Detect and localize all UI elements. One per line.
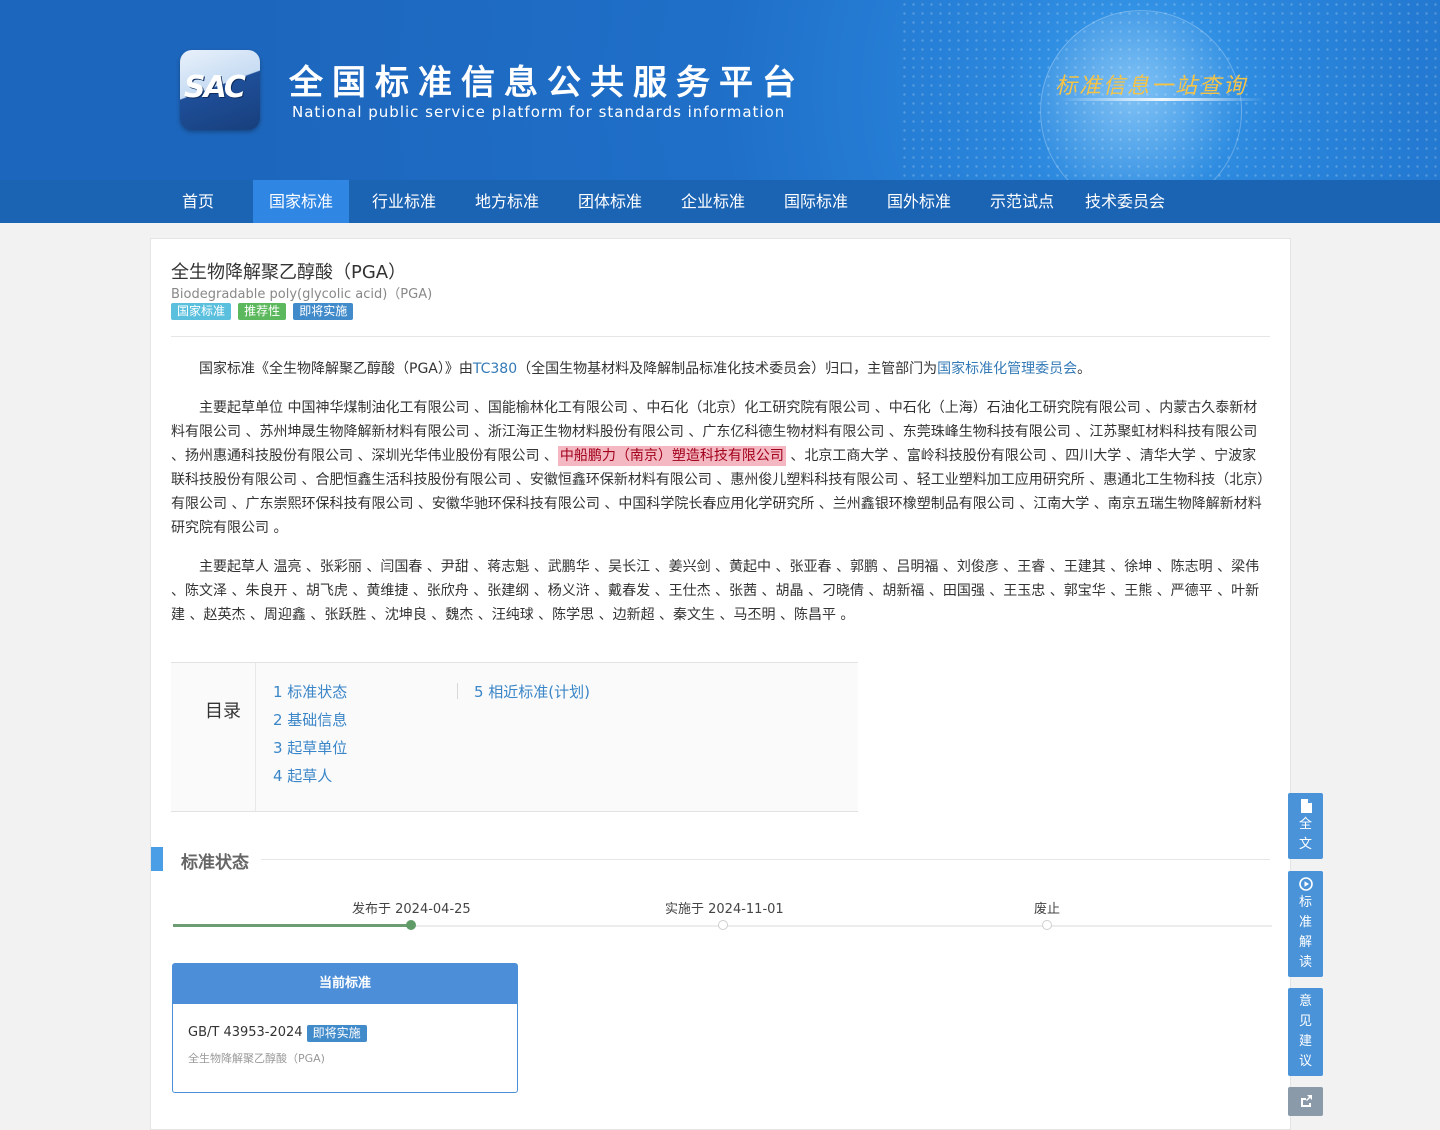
fulltext-side-button[interactable]: 全 文 <box>1288 793 1323 859</box>
tag-upcoming: 即将实施 <box>293 303 354 320</box>
site-slogan: 标准信息一站查询 <box>1055 74 1248 99</box>
toc-item-drafters[interactable]: 4 起草人 <box>273 765 332 786</box>
table-of-contents: 目录 1 标准状态 2 基础信息 3 起草单位 4 起草人 5 相近标准(计划) <box>171 662 858 812</box>
play-circle-icon <box>1298 877 1313 891</box>
nav-demonstration-pilot[interactable]: 示范试点 <box>974 180 1070 223</box>
tag-national-standard: 国家标准 <box>171 303 232 320</box>
section-accent-bar <box>151 847 163 871</box>
nav-group-standard[interactable]: 团体标准 <box>562 180 658 223</box>
nav-industry-standard[interactable]: 行业标准 <box>356 180 452 223</box>
nav-home[interactable]: 首页 <box>160 180 236 223</box>
highlighted-unit: 中船鹏力（南京）塑造科技有限公司 <box>557 446 786 466</box>
toc-separator <box>457 683 458 699</box>
standard-detail-card: 全生物降解聚乙醇酸（PGA） Biodegradable poly(glycol… <box>150 238 1291 1130</box>
toc-item-drafting-units[interactable]: 3 起草单位 <box>273 737 347 758</box>
share-side-button[interactable] <box>1288 1087 1323 1116</box>
timeline-dot-published <box>406 920 416 930</box>
feedback-char-4: 议 <box>1298 1054 1312 1069</box>
standard-english-title: Biodegradable poly(glycolic acid)（PGA) <box>171 287 433 302</box>
feedback-char-1: 意 <box>1298 994 1312 1009</box>
interpret-side-button[interactable]: 标 准 解 读 <box>1288 871 1323 977</box>
logo-text: SAC <box>184 70 246 105</box>
nav-national-standard[interactable]: 国家标准 <box>253 180 349 223</box>
nav-international-standard[interactable]: 国际标准 <box>768 180 864 223</box>
toc-label: 目录 <box>205 701 241 722</box>
share-icon <box>1300 1095 1312 1107</box>
drafting-units-paragraph: 主要起草单位 中国神华煤制油化工有限公司 、国能榆林化工有限公司 、中石化（北京… <box>171 396 1270 540</box>
current-standard-name: 全生物降解聚乙醇酸（PGA) <box>188 1052 325 1065</box>
timeline-dot-abolished <box>1042 920 1052 930</box>
section-divider <box>261 859 1270 860</box>
nav-technical-committee[interactable]: 技术委员会 <box>1077 180 1173 223</box>
feedback-char-3: 建 <box>1298 1034 1312 1049</box>
timeline-dot-implemented <box>718 920 728 930</box>
feedback-side-button[interactable]: 意 见 建 议 <box>1288 988 1323 1076</box>
current-standard-header: 当前标准 <box>173 964 517 1004</box>
interpret-char-3: 解 <box>1298 935 1312 950</box>
drafters-list: 温亮 、张彩丽 、闫国春 、尹甜 、蒋志魁 、武鹏华 、吴长江 、姜兴剑 、黄起… <box>171 559 1260 623</box>
timeline-implemented-label: 实施于 2024-11-01 <box>665 902 784 917</box>
interpret-char-2: 准 <box>1298 915 1312 930</box>
standard-title: 全生物降解聚乙醇酸（PGA） <box>171 262 407 283</box>
header-banner: SAC 全国标准信息公共服务平台 National public service… <box>0 0 1440 180</box>
intro-paragraph: 国家标准《全生物降解聚乙醇酸（PGA）》由TC380（全国生物基材料及降解制品标… <box>171 357 1270 381</box>
nav-enterprise-standard[interactable]: 企业标准 <box>665 180 761 223</box>
site-title: 全国标准信息公共服务平台 <box>289 63 805 103</box>
drafters-label: 主要起草人 <box>199 559 274 575</box>
feedback-char-2: 见 <box>1298 1014 1312 1029</box>
tc-link[interactable]: TC380 <box>473 361 517 377</box>
toc-item-status[interactable]: 1 标准状态 <box>273 681 347 702</box>
timeline-abolished-label: 废止 <box>1034 902 1061 917</box>
nav-foreign-standard[interactable]: 国外标准 <box>871 180 967 223</box>
tag-recommended: 推荐性 <box>238 303 287 320</box>
intro-suffix: 。 <box>1077 361 1092 377</box>
toc-label-box: 目录 <box>171 663 256 811</box>
interpret-char-1: 标 <box>1298 895 1312 910</box>
nav-local-standard[interactable]: 地方标准 <box>459 180 555 223</box>
site-subtitle: National public service platform for sta… <box>292 103 786 121</box>
toc-item-basic-info[interactable]: 2 基础信息 <box>273 709 347 730</box>
drafters-paragraph: 主要起草人 温亮 、张彩丽 、闫国春 、尹甜 、蒋志魁 、武鹏华 、吴长江 、姜… <box>171 555 1270 627</box>
sac-logo[interactable]: SAC <box>180 50 260 130</box>
section-title-status: 标准状态 <box>181 853 249 873</box>
fulltext-char-1: 全 <box>1298 817 1312 832</box>
current-standard-badge: 即将实施 <box>306 1025 367 1042</box>
timeline-progress <box>173 924 411 927</box>
current-standard-code: GB/T 43953-2024 <box>188 1025 303 1040</box>
main-nav: 首页 国家标准 行业标准 地方标准 团体标准 企业标准 国际标准 国外标准 示范… <box>0 180 1440 223</box>
timeline-published-label: 发布于 2024-04-25 <box>352 902 471 917</box>
fulltext-char-2: 文 <box>1298 837 1312 852</box>
dept-link[interactable]: 国家标准化管理委员会 <box>937 361 1077 377</box>
interpret-char-4: 读 <box>1298 955 1312 970</box>
standard-tags: 国家标准 推荐性 即将实施 <box>171 303 355 321</box>
intro-prefix: 国家标准《全生物降解聚乙醇酸（PGA）》由 <box>199 361 473 377</box>
document-icon <box>1300 799 1312 813</box>
intro-middle: （全国生物基材料及降解制品标准化技术委员会）归口，主管部门为 <box>517 361 938 377</box>
drafting-units-label: 主要起草单位 <box>199 400 288 416</box>
toc-item-similar-standards[interactable]: 5 相近标准(计划) <box>474 681 590 702</box>
current-standard-box[interactable]: 当前标准 GB/T 43953-2024 即将实施 全生物降解聚乙醇酸（PGA) <box>172 963 518 1093</box>
slogan-underline <box>1060 98 1265 101</box>
current-standard-code-row: GB/T 43953-2024 即将实施 <box>188 1025 369 1042</box>
divider <box>171 336 1270 337</box>
